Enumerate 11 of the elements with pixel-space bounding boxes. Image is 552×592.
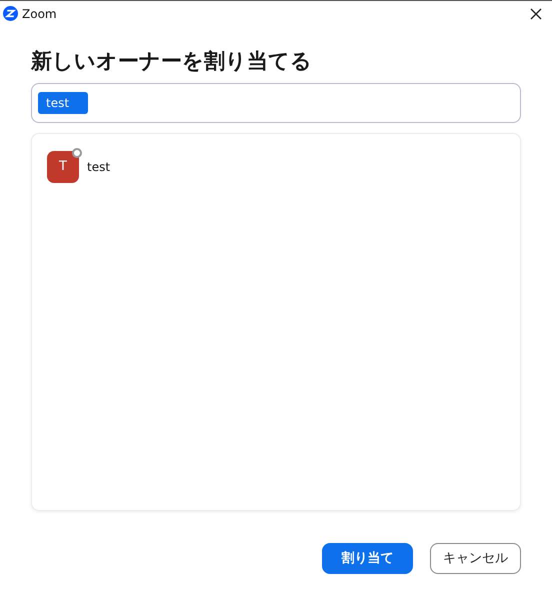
- user-list-item[interactable]: T test: [47, 151, 505, 183]
- cancel-button[interactable]: キャンセル: [430, 543, 521, 574]
- close-button[interactable]: [528, 6, 544, 22]
- window-title: Zoom: [22, 6, 57, 22]
- user-avatar: T: [47, 151, 79, 183]
- user-name: test: [87, 159, 110, 176]
- assign-button[interactable]: 割り当て: [322, 543, 413, 574]
- app-logo-icon: [3, 6, 18, 21]
- dialog-title: 新しいオーナーを割り当てる: [31, 48, 313, 75]
- search-field[interactable]: test: [31, 83, 521, 123]
- selected-user-chip[interactable]: test: [38, 92, 88, 114]
